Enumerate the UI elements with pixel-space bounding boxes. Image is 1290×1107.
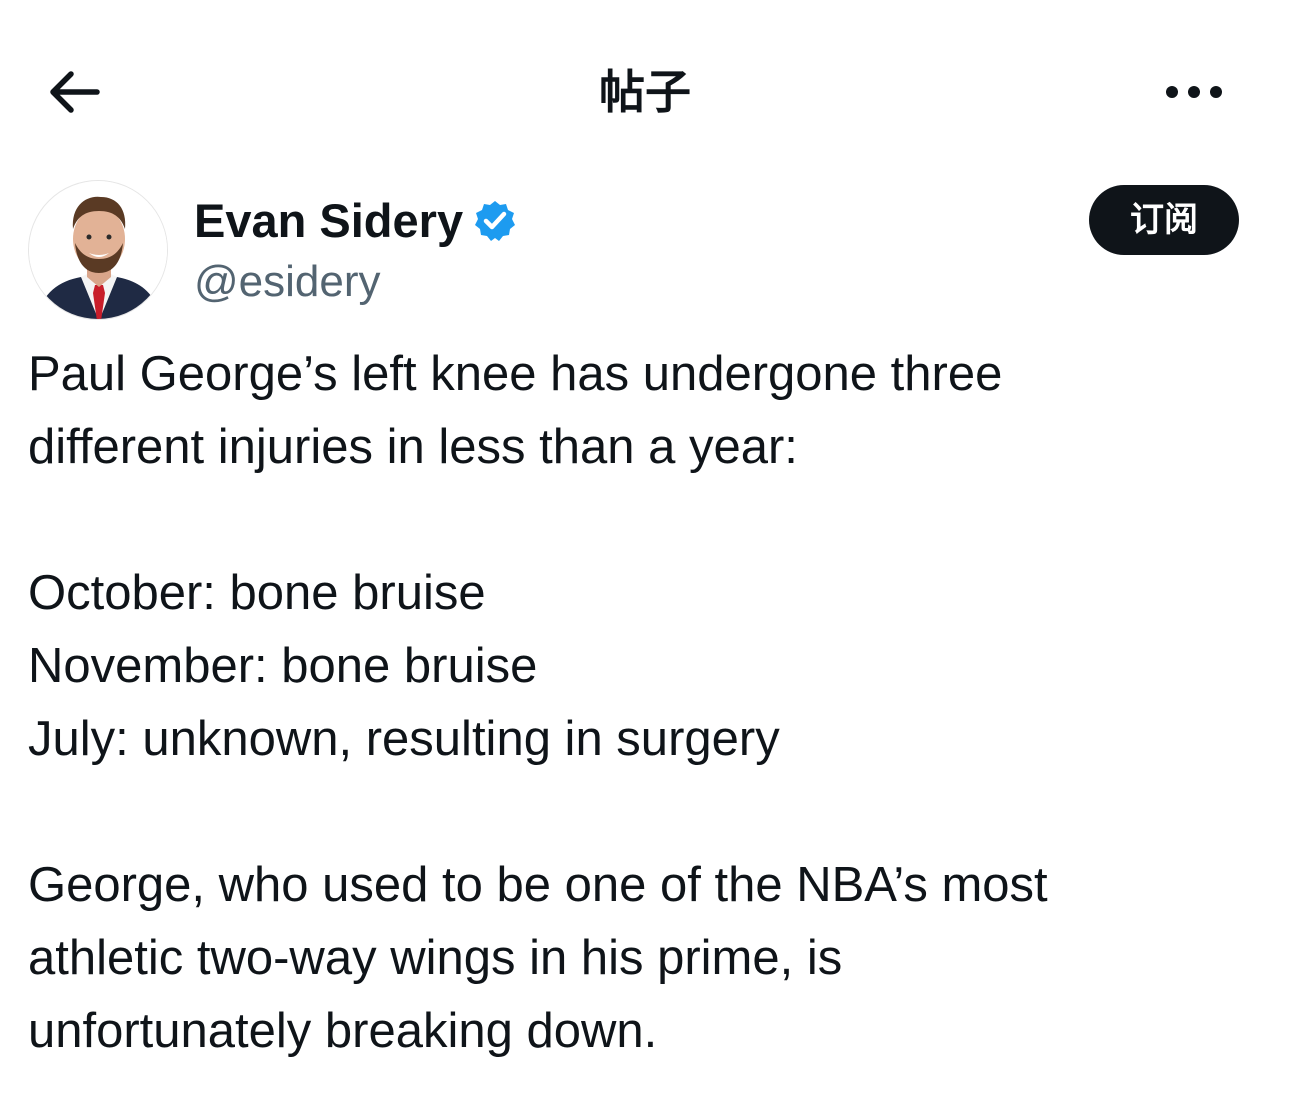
post-paragraph-gap [28,484,1268,557]
post-line: George, who used to be one of the NBA’s … [28,858,1048,912]
more-options-button[interactable] [1158,62,1230,122]
avatar-photo [29,181,167,319]
author-handle[interactable]: @esidery [194,254,381,310]
post-line: athletic two-way wings in his prime, is [28,931,843,985]
post-line: Paul George’s left knee has undergone th… [28,347,1003,401]
top-navigation-bar: 帖子 [0,0,1290,185]
post-line: October: bone bruise [28,566,486,620]
more-horizontal-icon [1166,86,1222,98]
post-text: Paul George’s left knee has undergone th… [28,338,1268,1068]
post-line: unfortunately breaking down. [28,1004,658,1058]
author-name-row[interactable]: Evan Sidery [194,192,517,250]
post-paragraph-gap [28,776,1268,849]
author-avatar[interactable] [28,180,168,320]
verified-badge-icon [473,199,517,243]
subscribe-button[interactable]: 订阅 [1089,185,1239,255]
post-line: different injuries in less than a year: [28,420,798,474]
post-line: November: bone bruise [28,639,538,693]
page-title: 帖子 [599,65,691,119]
author-name: Evan Sidery [194,194,464,247]
post-line: July: unknown, resulting in surgery [28,712,780,766]
